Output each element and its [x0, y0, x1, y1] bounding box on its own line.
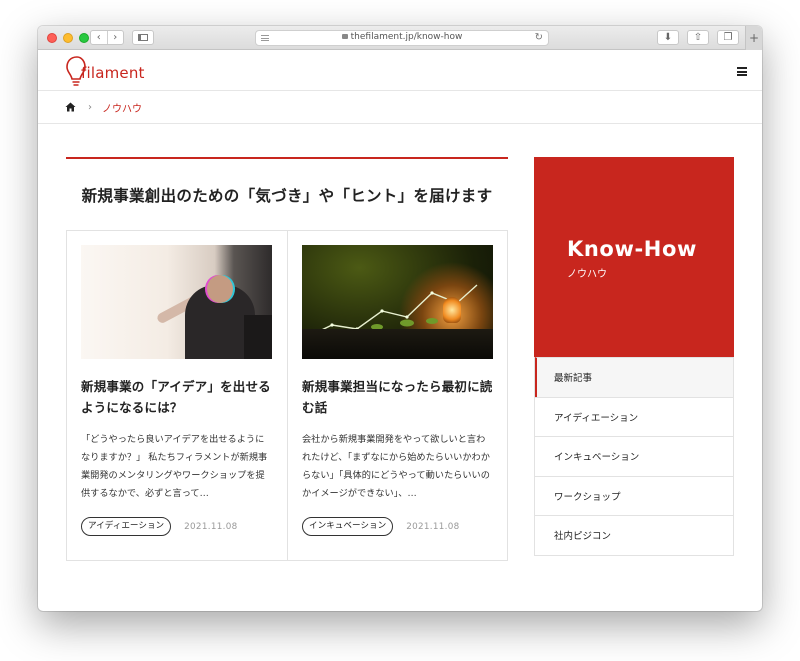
share-icon: ⇧	[693, 32, 703, 43]
browser-window: ‹ › thefilament.jp/know-how ↻ ⬇ ⇧ ❐ + fi…	[38, 26, 762, 611]
sidebar: Know-How ノウハウ 最新記事 アイディエーション インキュベーション ワ…	[534, 157, 734, 556]
lock-icon	[341, 34, 348, 39]
back-icon[interactable]: ‹	[91, 31, 108, 44]
article-title[interactable]: 新規事業担当になったら最初に読む話	[302, 376, 493, 418]
article-date: 2021.11.08	[406, 521, 460, 532]
forward-icon[interactable]: ›	[108, 31, 124, 44]
sidebar-hero: Know-How ノウハウ	[534, 157, 734, 357]
category-item-workshop[interactable]: ワークショップ	[535, 475, 733, 516]
accent-divider	[66, 157, 508, 159]
zoom-window-button[interactable]	[79, 33, 89, 43]
sidebar-toggle-button[interactable]	[132, 30, 154, 45]
download-icon: ⬇	[663, 32, 673, 43]
home-icon[interactable]	[65, 102, 76, 112]
plus-icon: +	[748, 31, 760, 45]
breadcrumb-current: ノウハウ	[102, 103, 142, 115]
article-title[interactable]: 新規事業の「アイデア」を出せるようになるには？	[81, 376, 273, 418]
article-date: 2021.11.08	[184, 521, 238, 532]
article-meta: インキュベーション 2021.11.08	[302, 517, 493, 536]
chevron-right-icon: ›	[88, 101, 92, 113]
article-thumbnail[interactable]	[81, 245, 272, 359]
minimize-window-button[interactable]	[63, 33, 73, 43]
article-card[interactable]: 新規事業の「アイデア」を出せるようになるには？ 「どうやったら良いアイデアを出せ…	[67, 231, 287, 560]
lightbulb-logo-icon	[66, 56, 86, 86]
reload-icon[interactable]: ↻	[535, 32, 543, 43]
page-content: 新規事業創出のための「気づき」や「ヒント」を届けます 新規事業の「アイデア」を出…	[38, 124, 762, 611]
page-title: 新規事業創出のための「気づき」や「ヒント」を届けます	[81, 187, 493, 205]
category-nav: 最新記事 アイディエーション インキュベーション ワークショップ 社内ピジコン	[534, 357, 734, 556]
close-window-button[interactable]	[47, 33, 57, 43]
category-item-incubation[interactable]: インキュベーション	[535, 436, 733, 476]
article-card[interactable]: 新規事業担当になったら最初に読む話 会社から新規事業開発をやって欲しいと言われた…	[287, 231, 507, 560]
article-excerpt: 「どうやったら良いアイデアを出せるようになりますか？」 私たちフィラメントが新規…	[81, 434, 268, 499]
share-button[interactable]: ⇧	[687, 30, 709, 45]
article-tag[interactable]: アイディエーション	[81, 517, 172, 536]
site-logo[interactable]: filament	[65, 55, 145, 87]
article-grid: 新規事業の「アイデア」を出せるようになるには？ 「どうやったら良いアイデアを出せ…	[66, 230, 508, 561]
tabs-overview-button[interactable]: ❐	[717, 30, 739, 45]
breadcrumb: › ノウハウ	[38, 91, 762, 124]
tabs-icon: ❐	[723, 32, 733, 43]
article-thumbnail[interactable]	[302, 245, 493, 359]
address-bar[interactable]: thefilament.jp/know-how ↻	[255, 30, 549, 46]
window-controls	[47, 33, 89, 43]
sidebar-title: Know-How	[567, 237, 697, 261]
history-nav: ‹ ›	[90, 30, 124, 45]
article-tag[interactable]: インキュベーション	[302, 517, 394, 536]
article-meta: アイディエーション 2021.11.08	[81, 517, 273, 536]
article-excerpt: 会社から新規事業開発をやって欲しいと言われたけど、「まずなにから始めたらいいかわ…	[302, 434, 490, 499]
main-column: 新規事業創出のための「気づき」や「ヒント」を届けます 新規事業の「アイデア」を出…	[66, 157, 508, 561]
sidebar-icon	[138, 34, 148, 41]
sidebar-subtitle: ノウハウ	[567, 269, 607, 280]
category-item-ideation[interactable]: アイディエーション	[535, 396, 733, 437]
logo-text: filament	[81, 64, 145, 82]
downloads-button[interactable]: ⬇	[657, 30, 679, 45]
site-header: filament	[38, 50, 762, 91]
category-item-internal-pitch[interactable]: 社内ピジコン	[535, 515, 733, 555]
new-tab-button[interactable]: +	[745, 26, 762, 50]
category-item-latest[interactable]: 最新記事	[535, 357, 733, 397]
browser-toolbar: ‹ › thefilament.jp/know-how ↻ ⬇ ⇧ ❐ +	[38, 26, 762, 50]
menu-icon[interactable]	[737, 67, 747, 76]
url-text: thefilament.jp/know-how	[350, 32, 463, 42]
